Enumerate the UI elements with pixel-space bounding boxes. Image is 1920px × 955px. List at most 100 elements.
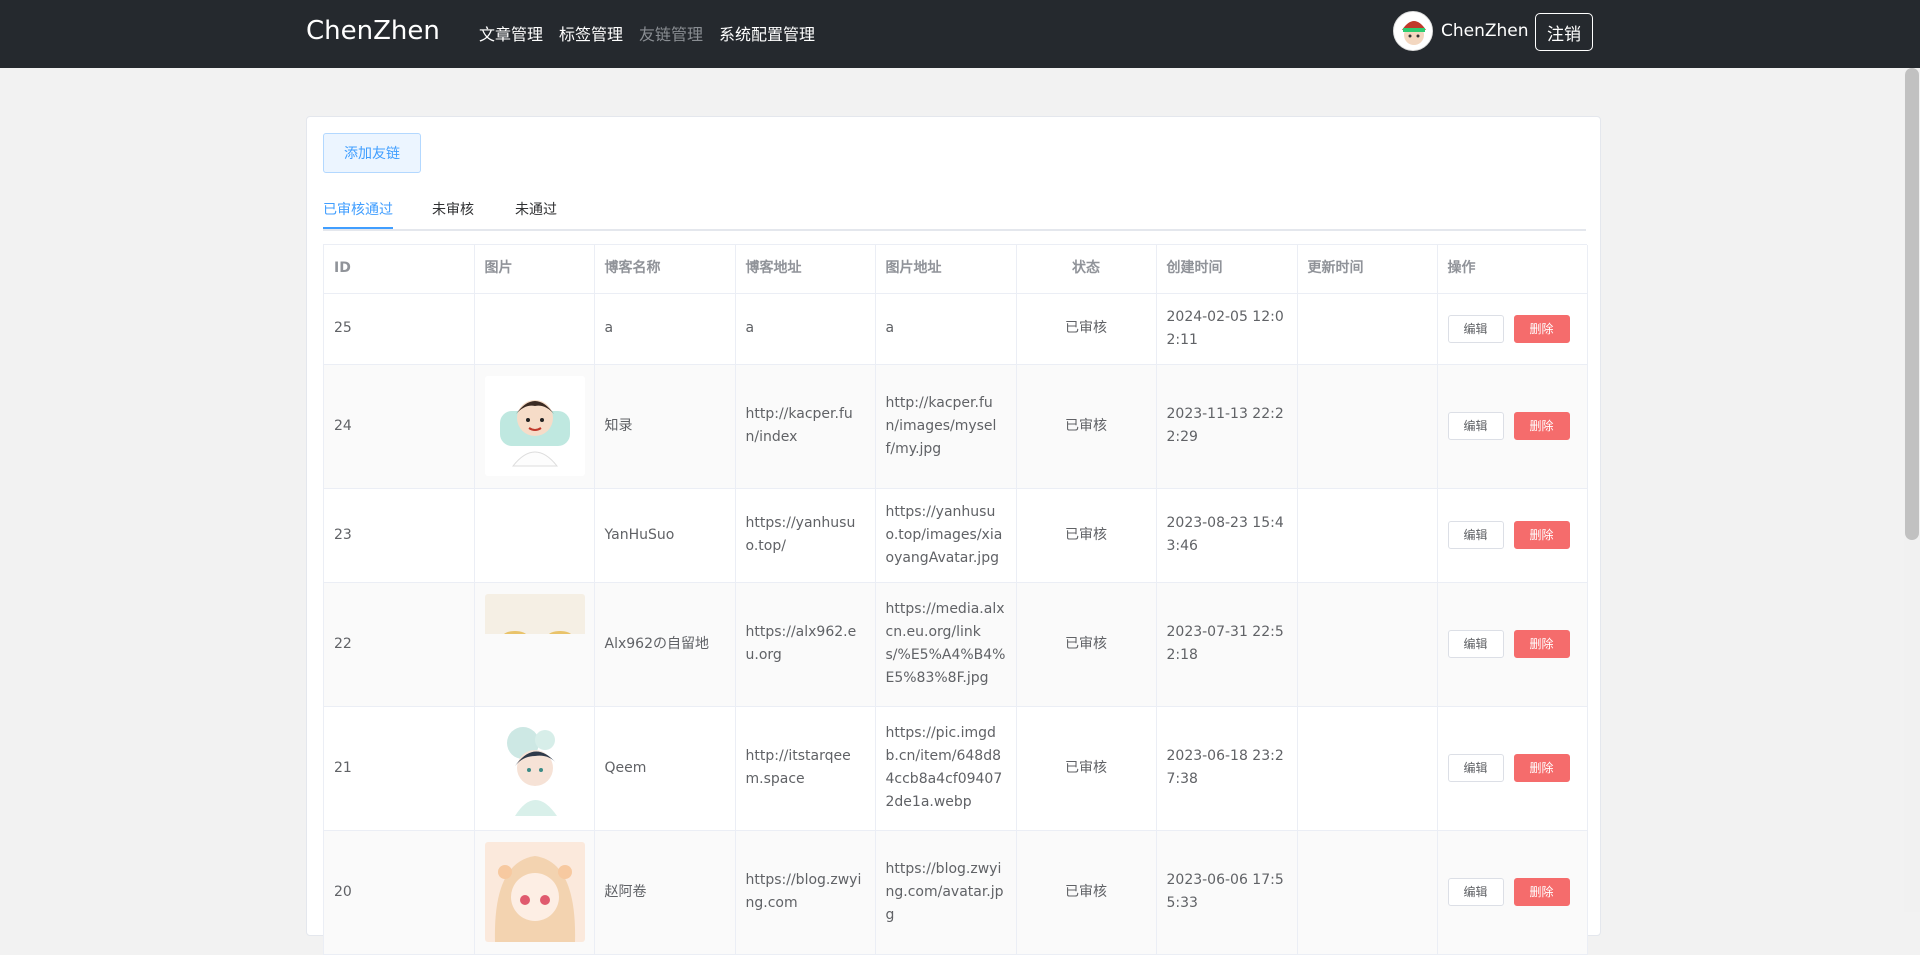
column-header-blog-url: 博客地址 xyxy=(735,245,876,294)
cell-status: 已审核 xyxy=(1016,293,1157,365)
cell-blog-url: https://yanhusuo.top/ xyxy=(735,488,876,583)
cell-id: 22 xyxy=(324,582,475,707)
cell-blog-name: Alx962の自留地 xyxy=(594,582,736,707)
tab-rejected[interactable]: 未通过 xyxy=(515,199,557,219)
boy-avatar-image xyxy=(484,376,585,476)
cell-updated xyxy=(1297,364,1438,489)
edit-button[interactable]: 编辑 xyxy=(1447,412,1504,440)
tab-approved[interactable]: 已审核通过 xyxy=(323,199,393,219)
cell-created: 2023-06-06 17:55:33 xyxy=(1156,830,1298,955)
user-avatar[interactable] xyxy=(1393,11,1433,51)
cell-blog-url: http://itstarqeem.space xyxy=(735,706,876,831)
friend-link-card: 添加友链 已审核通过 未审核 未通过 ID 图片 博客名称 博客地址 图片地址 … xyxy=(306,116,1601,955)
cell-blog-name: YanHuSuo xyxy=(594,488,736,583)
cell-blog-name: Qeem xyxy=(594,706,736,831)
top-navbar: ChenZhen 文章管理 标签管理 友链管理 系统配置管理 ChenZhen … xyxy=(0,0,1920,68)
cell-updated xyxy=(1297,488,1438,583)
cell-blog-url: https://alx962.eu.org xyxy=(735,582,876,707)
column-header-id: ID xyxy=(324,245,475,294)
user-menu[interactable]: ChenZhen xyxy=(1393,11,1529,51)
delete-button[interactable]: 删除 xyxy=(1513,412,1570,440)
edit-button[interactable]: 编辑 xyxy=(1447,878,1504,906)
column-header-blog-name: 博客名称 xyxy=(594,245,736,294)
column-header-created: 创建时间 xyxy=(1156,245,1298,294)
main-nav: 文章管理 标签管理 友链管理 系统配置管理 xyxy=(479,21,831,45)
cell-image xyxy=(474,293,595,365)
user-name: ChenZhen xyxy=(1441,21,1529,41)
cell-blog-name: 赵阿卷 xyxy=(594,830,736,955)
cell-image xyxy=(474,364,595,489)
delete-button[interactable]: 删除 xyxy=(1513,630,1570,658)
nav-tag-management[interactable]: 标签管理 xyxy=(559,21,623,45)
anime-boy-avatar-image xyxy=(484,718,585,818)
cell-actions: 编辑 删除 xyxy=(1437,488,1588,583)
column-header-actions: 操作 xyxy=(1437,245,1588,294)
brand-logo[interactable]: ChenZhen xyxy=(306,16,440,46)
delete-button[interactable]: 删除 xyxy=(1513,314,1570,343)
delete-button[interactable]: 删除 xyxy=(1513,754,1570,782)
add-friend-link-button[interactable]: 添加友链 xyxy=(323,133,421,173)
cell-id: 20 xyxy=(324,830,475,955)
cell-image-url: https://media.alxcn.eu.org/links/%E5%A4%… xyxy=(875,582,1017,707)
nav-system-config-management[interactable]: 系统配置管理 xyxy=(719,21,815,45)
cell-created: 2024-02-05 12:02:11 xyxy=(1156,293,1298,365)
edit-button[interactable]: 编辑 xyxy=(1447,630,1504,658)
nav-friend-link-management[interactable]: 友链管理 xyxy=(639,21,703,45)
column-header-image-url: 图片地址 xyxy=(875,245,1017,294)
cell-actions: 编辑 删除 xyxy=(1437,582,1588,707)
cell-created: 2023-07-31 22:52:18 xyxy=(1156,582,1298,707)
partial-avatar-image xyxy=(484,594,585,694)
table-row: 21 Qeem http://itstarqeem.space https://… xyxy=(324,706,1588,831)
table-row: 20 赵阿卷 https://blog.zwying.com https://b… xyxy=(324,830,1588,955)
column-header-image: 图片 xyxy=(474,245,595,294)
cell-image xyxy=(474,830,595,955)
column-header-status: 状态 xyxy=(1016,245,1157,294)
cell-updated xyxy=(1297,582,1438,707)
page-scrollbar-thumb[interactable] xyxy=(1905,68,1919,540)
cell-id: 25 xyxy=(324,293,475,365)
tab-pending[interactable]: 未审核 xyxy=(432,199,474,219)
nav-article-management[interactable]: 文章管理 xyxy=(479,21,543,45)
table-row: 24 知录 http://kacper.fun/index http://kac… xyxy=(324,364,1588,489)
cell-status: 已审核 xyxy=(1016,830,1157,955)
cell-updated xyxy=(1297,830,1438,955)
cell-id: 24 xyxy=(324,364,475,489)
cell-id: 23 xyxy=(324,488,475,583)
table-row: 25 a a a 已审核 2024-02-05 12:02:11 编辑 删除 xyxy=(324,293,1588,365)
cell-status: 已审核 xyxy=(1016,488,1157,583)
cell-blog-name: 知录 xyxy=(594,364,736,489)
friend-link-table: ID 图片 博客名称 博客地址 图片地址 状态 创建时间 更新时间 操作 25 … xyxy=(323,244,1588,955)
cell-actions: 编辑 删除 xyxy=(1437,830,1588,955)
cell-created: 2023-11-13 22:22:29 xyxy=(1156,364,1298,489)
cell-blog-url: https://blog.zwying.com xyxy=(735,830,876,955)
cell-blog-name: a xyxy=(594,293,736,365)
edit-button[interactable]: 编辑 xyxy=(1447,314,1504,343)
cell-image xyxy=(474,488,595,583)
status-tabs: 已审核通过 未审核 未通过 xyxy=(323,199,1586,231)
table-header-row: ID 图片 博客名称 博客地址 图片地址 状态 创建时间 更新时间 操作 xyxy=(324,245,1588,294)
cell-image xyxy=(474,582,595,707)
cell-created: 2023-06-18 23:27:38 xyxy=(1156,706,1298,831)
cell-image-url: a xyxy=(875,293,1017,365)
cell-blog-url: http://kacper.fun/index xyxy=(735,364,876,489)
cell-created: 2023-08-23 15:43:46 xyxy=(1156,488,1298,583)
edit-button[interactable]: 编辑 xyxy=(1447,754,1504,782)
cell-image-url: https://yanhusuo.top/images/xiaoyangAvat… xyxy=(875,488,1017,583)
logout-button[interactable]: 注销 xyxy=(1535,13,1593,51)
delete-button[interactable]: 删除 xyxy=(1513,521,1570,549)
cell-updated xyxy=(1297,293,1438,365)
cell-image xyxy=(474,706,595,831)
cell-actions: 编辑 删除 xyxy=(1437,293,1588,365)
cell-updated xyxy=(1297,706,1438,831)
edit-button[interactable]: 编辑 xyxy=(1447,521,1504,549)
cell-image-url: https://pic.imgdb.cn/item/648d84ccb8a4cf… xyxy=(875,706,1017,831)
cell-actions: 编辑 删除 xyxy=(1437,706,1588,831)
active-tab-indicator xyxy=(323,227,393,229)
cell-actions: 编辑 删除 xyxy=(1437,364,1588,489)
cell-image-url: http://kacper.fun/images/myself/my.jpg xyxy=(875,364,1017,489)
anime-girl-avatar-image xyxy=(484,842,585,942)
table-row: 22 Alx962の自留地 https://alx962.eu.org http… xyxy=(324,582,1588,707)
cell-image-url: https://blog.zwying.com/avatar.jpg xyxy=(875,830,1017,955)
cell-status: 已审核 xyxy=(1016,582,1157,707)
delete-button[interactable]: 删除 xyxy=(1513,878,1570,906)
